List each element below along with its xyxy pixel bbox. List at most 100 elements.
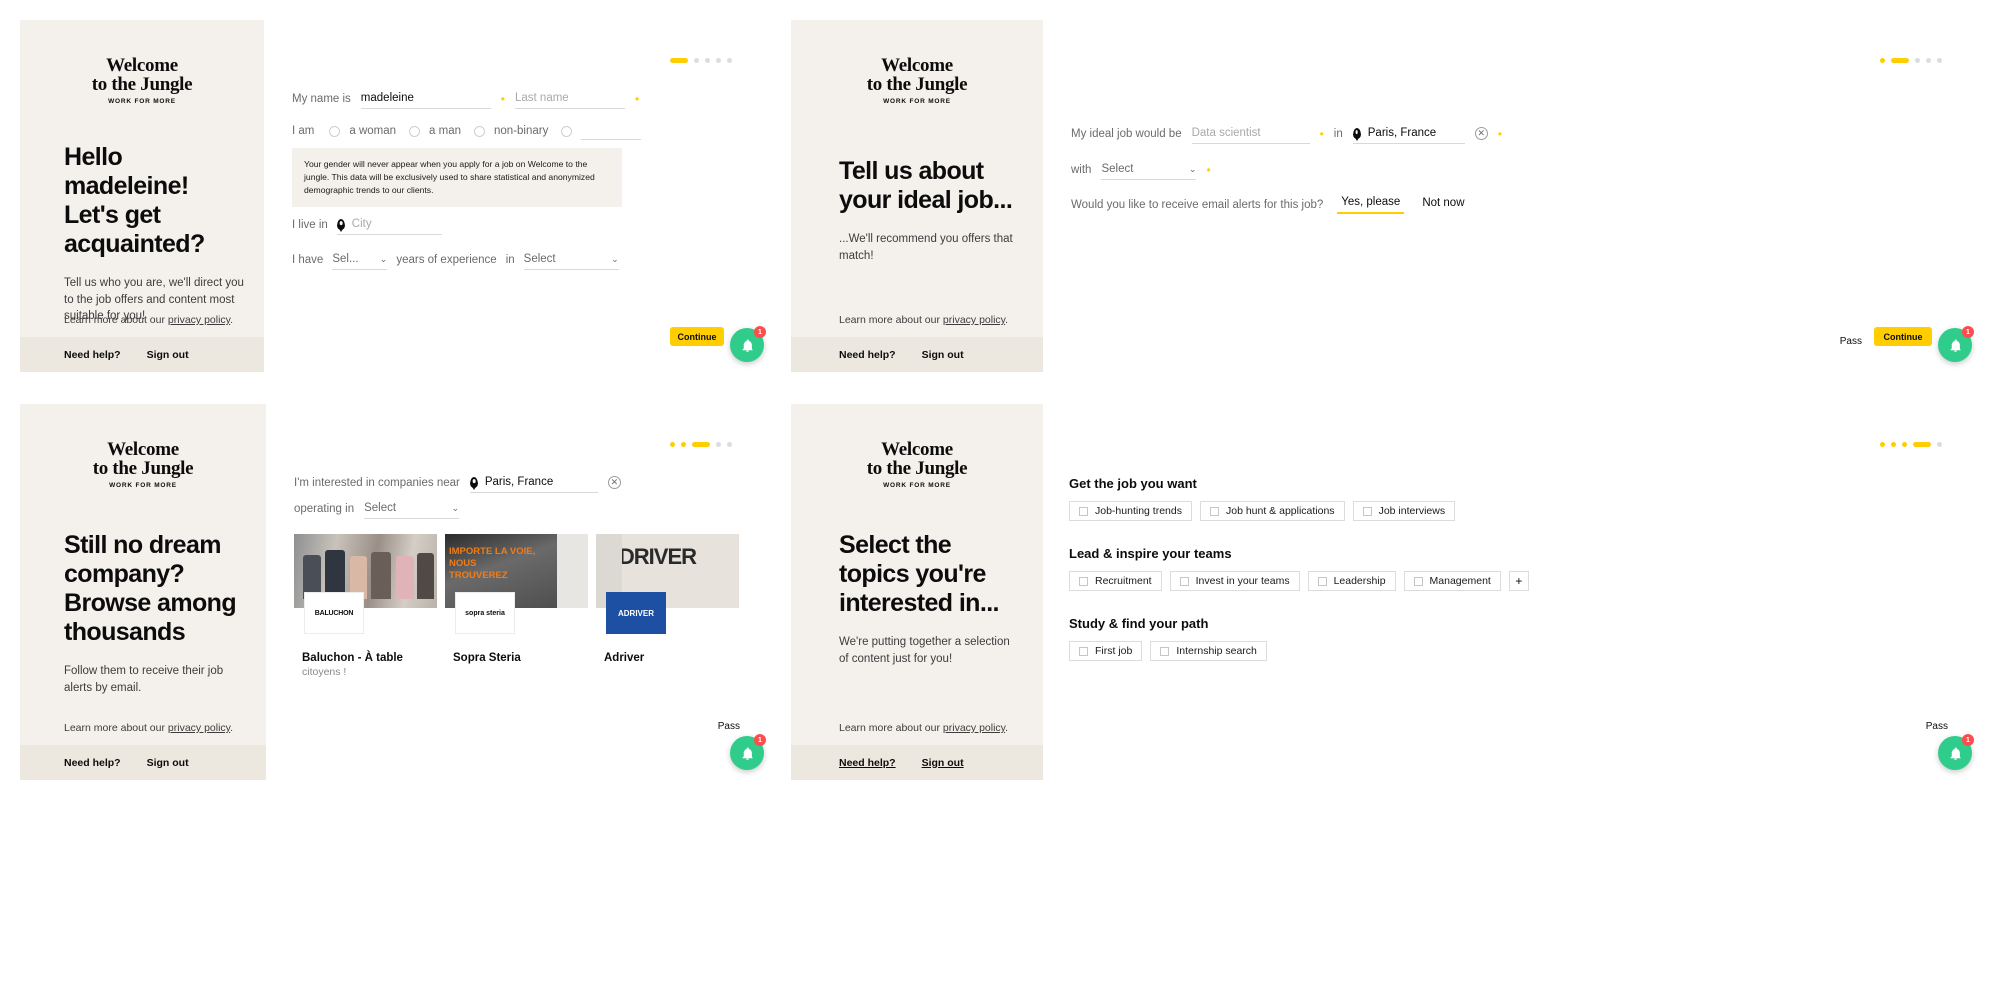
privacy-policy-link[interactable]: privacy policy <box>168 722 230 734</box>
notification-fab[interactable]: 1 <box>1938 326 1974 362</box>
panel2-content: My ideal job would be Data scientist • i… <box>1043 20 1980 372</box>
topic-chip[interactable]: Invest in your teams <box>1169 571 1300 591</box>
topic-chip[interactable]: Job hunt & applications <box>1199 501 1345 521</box>
company-card[interactable]: BALUCHON Baluchon - À table citoyens ! <box>294 534 437 678</box>
progress-dot-5[interactable] <box>727 442 732 447</box>
need-help-link[interactable]: Need help? <box>839 349 896 361</box>
panel2-hero: Welcome to the Jungle WORK FOR MORE Tell… <box>791 20 1043 372</box>
bell-icon <box>742 747 752 760</box>
progress-dot-2[interactable] <box>694 58 699 63</box>
gender-radio-nonbinary[interactable] <box>474 125 486 137</box>
progress-dot-5[interactable] <box>1937 58 1942 63</box>
company-card[interactable]: IMPORTE LA VOIE, NOUS TROUVEREZ sopra st… <box>445 534 588 678</box>
companies-location-input[interactable]: Paris, France <box>469 472 598 493</box>
gender-radio-man[interactable] <box>409 125 421 137</box>
privacy-suffix: . <box>1005 314 1009 326</box>
progress-dot-2[interactable] <box>1891 442 1896 447</box>
continue-button[interactable]: Continue <box>1874 327 1932 346</box>
topic-chip[interactable]: Job-hunting trends <box>1069 501 1192 521</box>
progress-dot-3[interactable] <box>705 58 710 63</box>
gender-custom-input[interactable] <box>581 122 642 140</box>
privacy-policy-link[interactable]: privacy policy <box>943 314 1005 326</box>
bell-icon <box>742 339 752 352</box>
last-name-input[interactable]: Last name <box>515 88 625 109</box>
progress-dot-2[interactable] <box>681 442 686 447</box>
city-input[interactable]: City <box>336 214 442 235</box>
sign-out-link[interactable]: Sign out <box>147 757 189 769</box>
contract-label: with <box>1071 163 1092 176</box>
checkbox-icon[interactable] <box>1079 646 1088 656</box>
progress-dot-1[interactable] <box>670 58 688 63</box>
topic-chip[interactable]: First job <box>1069 641 1143 661</box>
progress-dot-1[interactable] <box>670 442 675 447</box>
notification-fab[interactable]: 1 <box>730 326 766 362</box>
progress-dot-2[interactable] <box>1891 58 1909 63</box>
panel1-content: My name is madeleine • Last name • I am … <box>264 20 772 372</box>
need-help-link[interactable]: Need help? <box>64 349 121 361</box>
topic-chip-label: Recruitment <box>1095 575 1152 587</box>
privacy-prefix: Learn more about our <box>839 314 943 326</box>
continue-button[interactable]: Continue <box>670 327 724 346</box>
ideal-job-input[interactable]: Data scientist <box>1191 123 1310 144</box>
notification-fab[interactable]: 1 <box>1938 734 1974 770</box>
progress-dot-4[interactable] <box>716 58 721 63</box>
checkbox-icon[interactable] <box>1160 646 1170 656</box>
sign-out-link[interactable]: Sign out <box>922 757 964 769</box>
progress-dot-4[interactable] <box>716 442 721 447</box>
need-help-link[interactable]: Need help? <box>64 757 121 769</box>
checkbox-icon[interactable] <box>1317 576 1327 586</box>
field-select[interactable]: Select ⌄ <box>523 249 619 270</box>
ideal-job-location[interactable]: Paris, France <box>1352 123 1465 144</box>
sign-out-link[interactable]: Sign out <box>147 349 189 361</box>
progress-dot-1[interactable] <box>1880 58 1885 63</box>
progress-dot-4[interactable] <box>1926 58 1931 63</box>
logo-line2: to the Jungle <box>866 74 968 95</box>
topic-chip[interactable]: Recruitment <box>1069 571 1162 591</box>
topic-chip[interactable]: Job interviews <box>1352 501 1456 521</box>
field-select-value: Select <box>523 253 556 265</box>
sign-out-link[interactable]: Sign out <box>922 349 964 361</box>
clear-location-button[interactable]: ✕ <box>607 476 621 489</box>
checkbox-icon[interactable] <box>1413 576 1423 586</box>
sector-select[interactable]: Select ⌄ <box>364 498 460 519</box>
progress-dot-5[interactable] <box>727 58 732 63</box>
panel-ideal-job: Welcome to the Jungle WORK FOR MORE Tell… <box>791 20 1980 372</box>
experience-select[interactable]: Sel... ⌄ <box>332 249 388 270</box>
email-alerts-no[interactable]: Not now <box>1418 197 1468 213</box>
pass-button[interactable]: Pass <box>1840 336 1862 347</box>
first-name-input[interactable]: madeleine <box>360 88 491 109</box>
progress-dot-3[interactable] <box>1902 442 1907 447</box>
progress-dot-5[interactable] <box>1937 442 1942 447</box>
first-name-value: madeleine <box>360 92 414 104</box>
email-alerts-yes[interactable]: Yes, please <box>1337 196 1405 214</box>
checkbox-icon[interactable] <box>1362 506 1372 516</box>
topic-chip[interactable]: Management <box>1403 571 1501 591</box>
pass-button[interactable]: Pass <box>718 721 740 732</box>
privacy-policy-link[interactable]: privacy policy <box>168 314 230 326</box>
logo-tagline: WORK FOR MORE <box>883 482 951 489</box>
topic-chip[interactable]: Leadership <box>1307 571 1396 591</box>
notification-badge: 1 <box>754 734 766 746</box>
progress-dot-3[interactable] <box>692 442 710 447</box>
city-label: I live in <box>292 218 328 231</box>
progress-dot-1[interactable] <box>1880 442 1885 447</box>
checkbox-icon[interactable] <box>1179 576 1189 586</box>
progress-dot-4[interactable] <box>1913 442 1931 447</box>
notification-fab[interactable]: 1 <box>730 734 766 770</box>
topic-chip-label: Job interviews <box>1378 505 1446 517</box>
show-more-topics-button[interactable]: + <box>1508 571 1529 591</box>
clear-location-button[interactable]: ✕ <box>1474 127 1488 140</box>
gender-radio-woman[interactable] <box>329 125 341 137</box>
need-help-link[interactable]: Need help? <box>839 757 896 769</box>
privacy-policy-link[interactable]: privacy policy <box>943 722 1005 734</box>
company-card[interactable]: ADRIVER ADRIVER Adriver <box>596 534 739 678</box>
checkbox-icon[interactable] <box>1079 576 1088 586</box>
progress-dot-3[interactable] <box>1915 58 1920 63</box>
checkbox-icon[interactable] <box>1209 506 1219 516</box>
checkbox-icon[interactable] <box>1079 506 1088 516</box>
ideal-job-location-value: Paris, France <box>1367 127 1437 139</box>
gender-radio-custom[interactable] <box>561 125 573 137</box>
pass-button[interactable]: Pass <box>1926 721 1948 732</box>
contract-select[interactable]: Select ⌄ <box>1101 159 1197 180</box>
topic-chip[interactable]: Internship search <box>1150 641 1267 661</box>
